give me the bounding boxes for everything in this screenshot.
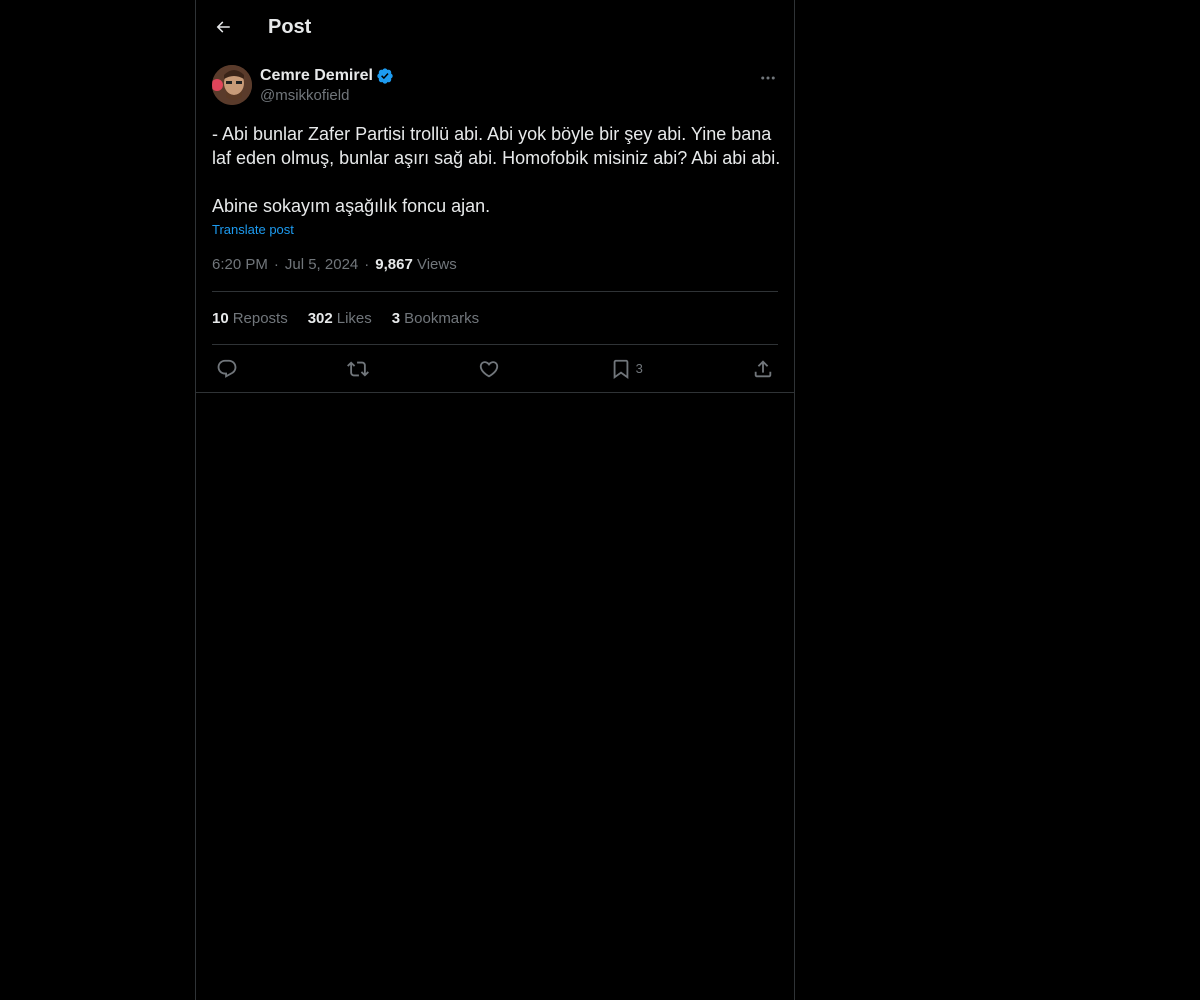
arrow-left-icon (216, 21, 230, 33)
meta-separator: · (364, 256, 370, 273)
author-row: Cemre Demirel @msikkofield (212, 64, 778, 116)
likes-count: 302 (307, 309, 333, 327)
more-options-button[interactable] (758, 68, 778, 88)
bookmarks-count: 3 (391, 309, 401, 327)
avatar-image (212, 65, 252, 105)
post-time[interactable]: 6:20 PM (212, 256, 268, 273)
like-button[interactable] (478, 358, 500, 380)
bookmark-icon (613, 359, 628, 379)
back-button[interactable] (212, 16, 234, 38)
likes-label: Likes (336, 309, 372, 327)
translate-post-link[interactable]: Translate post (212, 222, 294, 238)
post-text: - Abi bunlar Zafer Partisi trollü abi. A… (212, 124, 781, 216)
bookmarks-label: Bookmarks (404, 309, 480, 327)
share-button[interactable] (752, 358, 774, 380)
heart-icon (480, 360, 499, 377)
user-handle[interactable]: @msikkofield (260, 86, 394, 106)
page-title: Post (268, 16, 312, 38)
bookmark-button[interactable]: 3 (610, 358, 643, 380)
views-count: 9,867 (375, 256, 413, 273)
views-label: Views (416, 256, 457, 273)
avatar[interactable] (212, 65, 252, 105)
post-detail-column: Post Cemre Demirel @msikkofield - Abi bu… (195, 0, 795, 1000)
reposts-count: 10 (212, 309, 229, 327)
reply-icon (217, 359, 237, 378)
page-header: Post (196, 0, 794, 54)
repost-button[interactable] (347, 358, 370, 380)
bookmarks-stat[interactable]: 3 Bookmarks (392, 310, 479, 327)
repost-icon (347, 361, 370, 376)
engagement-stats: 10 Reposts 302 Likes 3 Bookmarks (212, 292, 778, 345)
verified-badge-icon (377, 68, 393, 84)
reposts-label: Reposts (232, 309, 288, 327)
post-meta: 6:20 PM · Jul 5, 2024 · 9,867 Views (212, 255, 778, 292)
reposts-stat[interactable]: 10 Reposts (212, 310, 288, 327)
action-bar: 3 (212, 345, 778, 392)
reply-button[interactable] (216, 358, 238, 380)
post-date[interactable]: Jul 5, 2024 (285, 256, 358, 273)
author-names: Cemre Demirel @msikkofield (260, 66, 394, 106)
more-horizontal-icon (761, 76, 775, 80)
post: Cemre Demirel @msikkofield - Abi bunlar … (196, 64, 794, 393)
share-icon (754, 359, 772, 377)
bookmark-count: 3 (635, 361, 643, 376)
meta-separator: · (273, 256, 279, 273)
display-name[interactable]: Cemre Demirel (260, 66, 373, 86)
likes-stat[interactable]: 302 Likes (308, 310, 372, 327)
post-bottom-divider (196, 392, 794, 393)
